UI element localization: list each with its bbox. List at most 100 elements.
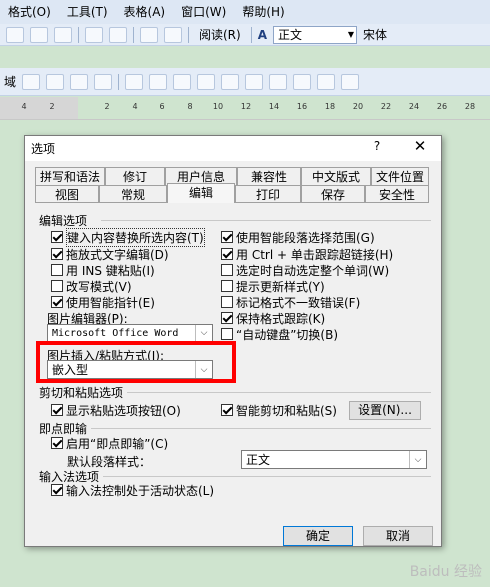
- style-dropdown[interactable]: 正文 ▼: [273, 25, 357, 44]
- toolbar-icon[interactable]: [245, 73, 264, 90]
- toolbar-icon[interactable]: [293, 73, 312, 90]
- cancel-button[interactable]: 取消: [363, 526, 433, 546]
- ruler-tick-label: 8: [187, 102, 193, 111]
- typing-replaces-selection-option[interactable]: 键入内容替换所选内容(T): [51, 227, 205, 247]
- overtype-mode-option[interactable]: 改写模式(V): [51, 278, 132, 294]
- checkbox-label: 用 Ctrl + 单击跟踪超链接(H): [236, 247, 394, 262]
- tab-edit[interactable]: 编辑: [167, 183, 235, 203]
- menu-format[interactable]: 格式(O): [0, 1, 59, 23]
- close-button[interactable]: ✕: [409, 137, 431, 155]
- default-paragraph-style-dropdown[interactable]: 正文 ⌵: [241, 450, 427, 469]
- checkbox[interactable]: [221, 231, 233, 243]
- tab-view[interactable]: 视图: [35, 185, 99, 203]
- tab-compatibility[interactable]: 兼容性: [237, 167, 301, 185]
- settings-button[interactable]: 设置(N)...: [349, 401, 421, 420]
- checkbox[interactable]: [51, 437, 63, 449]
- toolbar-icon[interactable]: [317, 73, 336, 90]
- checkbox-label: 使用智能段落选择范围(G): [236, 230, 375, 245]
- tab-spelling-grammar[interactable]: 拼写和语法: [35, 167, 105, 185]
- checkbox[interactable]: [221, 248, 233, 260]
- checkbox[interactable]: [51, 484, 63, 496]
- enable-click-and-type-option[interactable]: 启用“即点即输”(C): [51, 435, 168, 451]
- divider: [103, 476, 431, 477]
- dialog-titlebar: 选项 ? ✕: [25, 136, 441, 161]
- ctrl-click-hyperlink-option[interactable]: 用 Ctrl + 单击跟踪超链接(H): [221, 246, 393, 262]
- checkbox[interactable]: [221, 280, 233, 292]
- checkbox-label: 显示粘贴选项按钮(O): [66, 403, 181, 418]
- tab-print[interactable]: 打印: [235, 185, 301, 203]
- checkbox-label: 启用“即点即输”(C): [66, 436, 169, 451]
- checkbox-label: 选定时自动选定整个单词(W): [236, 263, 390, 278]
- style-icon: A: [257, 27, 267, 42]
- table-icon[interactable]: [164, 26, 182, 43]
- smart-cursor-option[interactable]: 使用智能指针(E): [51, 294, 155, 310]
- horizontal-ruler[interactable]: 4 2 2 4 6 8 10 12 14 16 18 20 22 24 26 28: [0, 97, 490, 120]
- smart-cut-paste-option[interactable]: 智能剪切和粘贴(S): [221, 402, 337, 418]
- checkbox[interactable]: [51, 404, 63, 416]
- checkbox[interactable]: [51, 231, 63, 243]
- format-painter-icon[interactable]: [54, 26, 72, 43]
- checkbox[interactable]: [221, 296, 233, 308]
- undo-icon[interactable]: [85, 26, 103, 43]
- checkbox-label: 标记格式不一致错误(F): [236, 295, 361, 310]
- ime-control-active-option[interactable]: 输入法控制处于活动状态(L): [51, 482, 214, 498]
- toolbar-icon[interactable]: [173, 73, 192, 90]
- checkbox[interactable]: [221, 328, 233, 340]
- divider: [91, 428, 431, 429]
- paste-icon[interactable]: [30, 26, 48, 43]
- toolbar-icon[interactable]: [22, 73, 41, 90]
- menu-help[interactable]: 帮助(H): [234, 1, 292, 23]
- toolbar-separator: [78, 26, 79, 43]
- tab-asian-typography[interactable]: 中文版式: [301, 167, 371, 185]
- toolbar-icon[interactable]: [94, 73, 113, 90]
- ruler-tick-label: 4: [21, 102, 27, 111]
- copy-icon[interactable]: [6, 26, 24, 43]
- redo-icon[interactable]: [109, 26, 127, 43]
- tab-file-locations[interactable]: 文件位置: [371, 167, 429, 185]
- toolbar-icon[interactable]: [269, 73, 288, 90]
- picture-editor-dropdown[interactable]: Microsoft Office Word ⌵: [47, 324, 213, 342]
- hyperlink-icon[interactable]: [140, 26, 158, 43]
- auto-keyboard-switch-option[interactable]: “自动键盘”切换(B): [221, 326, 338, 342]
- tab-track-changes[interactable]: 修订: [105, 167, 165, 185]
- menu-tools[interactable]: 工具(T): [59, 1, 116, 23]
- ruler-tick-label: 28: [464, 102, 476, 111]
- checkbox[interactable]: [221, 404, 233, 416]
- checkbox[interactable]: [51, 264, 63, 276]
- toolbar-icon[interactable]: [197, 73, 216, 90]
- checkbox[interactable]: [51, 296, 63, 308]
- help-button[interactable]: ?: [367, 139, 387, 153]
- checkbox[interactable]: [221, 264, 233, 276]
- ruler-tick-label: 16: [296, 102, 308, 111]
- checkbox[interactable]: [221, 312, 233, 324]
- show-paste-buttons-option[interactable]: 显示粘贴选项按钮(O): [51, 402, 181, 418]
- highlight-box: [36, 341, 236, 383]
- ins-paste-option[interactable]: 用 INS 键粘贴(I): [51, 262, 155, 278]
- toolbar-icon[interactable]: [221, 73, 240, 90]
- tab-security[interactable]: 安全性: [365, 185, 429, 203]
- mark-formatting-inconsistencies-option[interactable]: 标记格式不一致错误(F): [221, 294, 360, 310]
- toolbar-separator: [188, 26, 189, 43]
- toolbar-icon[interactable]: [70, 73, 89, 90]
- ok-button[interactable]: 确定: [283, 526, 353, 546]
- toolbar-icon[interactable]: [46, 73, 65, 90]
- checkbox[interactable]: [51, 248, 63, 260]
- font-dropdown[interactable]: 宋体: [363, 26, 387, 43]
- select-entire-word-option[interactable]: 选定时自动选定整个单词(W): [221, 262, 389, 278]
- read-button[interactable]: 阅读(R): [195, 26, 245, 44]
- prompt-update-style-option[interactable]: 提示更新样式(Y): [221, 278, 325, 294]
- divider: [101, 220, 431, 221]
- checkbox[interactable]: [51, 280, 63, 292]
- default-style-value: 正文: [246, 453, 271, 467]
- style-value: 正文: [278, 28, 303, 42]
- menu-window[interactable]: 窗口(W): [173, 1, 234, 23]
- keep-track-formatting-option[interactable]: 保持格式跟踪(K): [221, 310, 325, 326]
- smart-paragraph-selection-option[interactable]: 使用智能段落选择范围(G): [221, 229, 375, 245]
- tab-general[interactable]: 常规: [99, 185, 167, 203]
- tab-save[interactable]: 保存: [301, 185, 365, 203]
- menu-table[interactable]: 表格(A): [116, 1, 174, 23]
- toolbar-icon[interactable]: [125, 73, 144, 90]
- toolbar-icon[interactable]: [341, 73, 360, 90]
- toolbar-icon[interactable]: [149, 73, 168, 90]
- drag-drop-editing-option[interactable]: 拖放式文字编辑(D): [51, 246, 169, 262]
